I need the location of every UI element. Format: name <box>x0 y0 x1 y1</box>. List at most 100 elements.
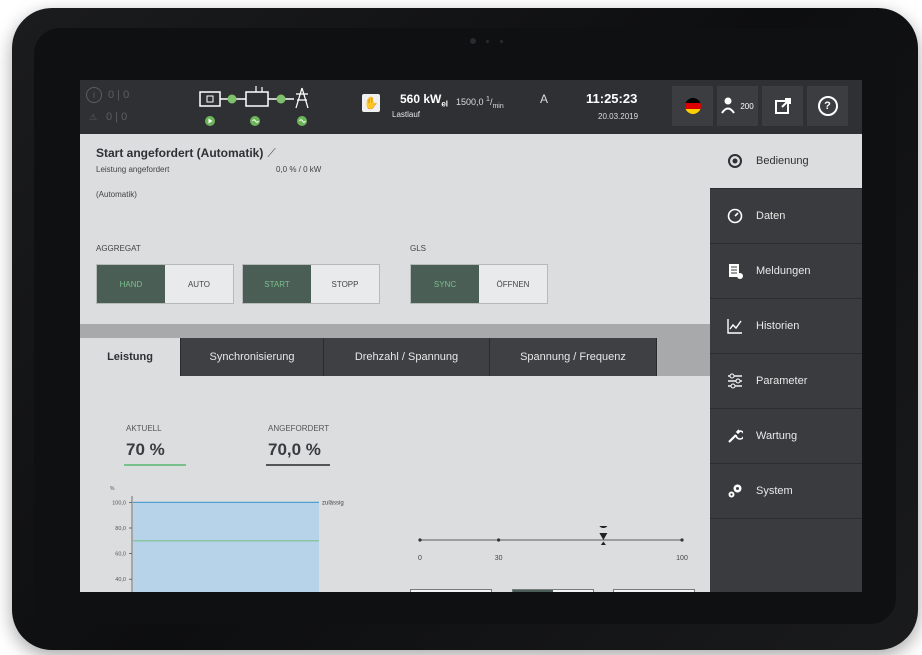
message-list-icon <box>726 262 744 280</box>
aktuell-underline <box>124 464 186 466</box>
sidebar-nav: Bedienung Daten Meldungen Historien Para… <box>710 134 862 592</box>
gls-label: GLS <box>410 244 427 253</box>
sidebar-item-parameter[interactable]: Parameter <box>710 354 862 409</box>
start-indicator-icon: ⟋ <box>267 146 276 160</box>
rpm-unit-sup: 1 <box>486 96 490 103</box>
chart-y-ticks: 100,0 80,0 60,0 40,0 <box>112 500 132 583</box>
warning-count: 0 | 0 <box>106 111 128 123</box>
hand-mode-icon: ✋ <box>362 94 380 112</box>
power-value: 560 kW <box>400 92 442 106</box>
language-button[interactable] <box>672 86 713 126</box>
slider-thumb[interactable] <box>598 526 608 545</box>
clock-time: 11:25:23 <box>586 91 638 106</box>
chart-limit-label: zulässig <box>322 500 344 506</box>
power-unit-sub: el <box>441 99 449 109</box>
aktuell-label: AKTUELL <box>126 424 162 433</box>
sidebar-item-system[interactable]: System <box>710 464 862 519</box>
sidebar-item-label: Parameter <box>756 375 808 387</box>
sidebar-item-bedienung[interactable]: Bedienung <box>710 134 862 189</box>
chart-y-tick-label: 100,0 <box>112 500 126 506</box>
hand-button[interactable]: HAND <box>97 265 165 303</box>
tab-leistung[interactable]: Leistung <box>80 338 181 376</box>
slider-min-tick <box>418 538 422 542</box>
camera-dot <box>470 38 476 44</box>
sidebar-item-label: Historien <box>756 320 800 332</box>
user-button[interactable]: 200 <box>717 86 758 126</box>
warning-icon: ⚠ <box>88 111 98 122</box>
chart-area-fill <box>133 502 319 592</box>
status-title-text: Start angefordert (Automatik) <box>96 146 264 160</box>
power-readout: 560 kWel <box>400 92 448 108</box>
slider-max-tick <box>680 538 684 542</box>
slider-max-label: 100 <box>676 555 688 562</box>
auto-button[interactable]: AUTO <box>165 265 233 303</box>
power-setpoint-slider[interactable]: 0 30 100 <box>410 526 690 566</box>
main-panel: Start angefordert (Automatik) ⟋ Leistung … <box>80 134 710 592</box>
requested-power-value: 0,0 % / 0 kW <box>276 165 322 174</box>
oeffnen-button[interactable]: ÖFFNEN <box>479 265 547 303</box>
sensor-dot <box>486 40 489 43</box>
tab-synchronisierung[interactable]: Synchronisierung <box>181 338 324 376</box>
german-flag-icon <box>684 98 701 114</box>
unit-kw-button[interactable]: kWel <box>553 590 593 592</box>
sidebar-item-label: Meldungen <box>756 265 811 277</box>
power-state: Lastlauf <box>392 110 421 119</box>
user-icon <box>721 97 736 114</box>
sidebar-item-meldungen[interactable]: Meldungen <box>710 244 862 299</box>
power-mast-icon <box>295 87 309 109</box>
sidebar-item-label: Bedienung <box>756 155 809 167</box>
chart-y-tick-label: 60,0 <box>115 552 126 558</box>
sidebar-item-wartung[interactable]: Wartung <box>710 409 862 464</box>
slider-min-label: 0 <box>418 555 422 562</box>
alarm-count: 0 | 0 <box>108 89 130 101</box>
angefordert-value: 70,0 % <box>268 440 321 459</box>
alarm-row: i 0 | 0 <box>86 86 178 104</box>
status-title: Start angefordert (Automatik) ⟋ <box>96 146 276 161</box>
start-button[interactable]: START <box>243 265 311 303</box>
info-icon: i <box>86 87 102 103</box>
rpm-unit-sub: min <box>492 102 504 110</box>
gls-switch: SYNC ÖFFNEN <box>410 264 548 304</box>
increase-button[interactable]: + <box>613 589 695 592</box>
gears-icon <box>726 482 744 500</box>
sidebar-item-label: Wartung <box>756 430 798 442</box>
mode-note: (Automatik) <box>96 190 137 199</box>
power-chart: % zulässig 100,0 80,0 60,0 40,0 <box>110 486 344 592</box>
export-icon <box>774 98 791 114</box>
help-icon: ? <box>817 96 838 116</box>
export-button[interactable] <box>762 86 803 126</box>
sidebar-item-label: Daten <box>756 210 786 222</box>
sidebar-item-label: System <box>756 485 793 497</box>
engine-icon <box>199 91 221 107</box>
topbar-buttons: 200 ? <box>672 86 848 126</box>
status-dot-green <box>276 94 286 104</box>
sync-button[interactable]: SYNC <box>411 265 479 303</box>
unit-toggle: % kWel <box>512 589 594 592</box>
sidebar-item-daten[interactable]: Daten <box>710 189 862 244</box>
help-button[interactable]: ? <box>807 86 848 126</box>
stopp-button[interactable]: STOPP <box>311 265 379 303</box>
trend-chart-icon <box>726 317 744 335</box>
rpm-readout: 1500,0 1/min <box>456 96 504 110</box>
tab-spannung-frequenz[interactable]: Spannung / Frequenz <box>490 338 657 376</box>
unit-percent-button[interactable]: % <box>513 590 553 592</box>
aktuell-value: 70 % <box>126 440 165 459</box>
section-divider <box>80 324 710 338</box>
sensor-dot <box>500 40 503 43</box>
dial-icon <box>726 152 744 170</box>
sliders-icon <box>726 372 744 390</box>
requested-power-label: Leistung angefordert <box>96 165 170 174</box>
plant-schematic[interactable] <box>198 86 322 130</box>
chart-y-unit: % <box>110 486 115 492</box>
angefordert-underline <box>266 464 330 466</box>
generator-icon <box>245 86 269 107</box>
aggregat-label: AGGREGAT <box>96 244 141 253</box>
start-stop-switch: START STOPP <box>242 264 380 304</box>
decrease-button[interactable]: - <box>410 589 492 592</box>
tab-drehzahl-spannung[interactable]: Drehzahl / Spannung <box>324 338 490 376</box>
warning-row: ⚠ 0 | 0 <box>86 108 178 126</box>
sidebar-item-historien[interactable]: Historien <box>710 299 862 354</box>
status-dot-green <box>227 94 237 104</box>
hmi-screen: i 0 | 0 ⚠ 0 | 0 ✋ 560 kWel Lastlauf 1500… <box>80 80 862 592</box>
alarm-summary[interactable]: i 0 | 0 ⚠ 0 | 0 <box>86 86 178 128</box>
